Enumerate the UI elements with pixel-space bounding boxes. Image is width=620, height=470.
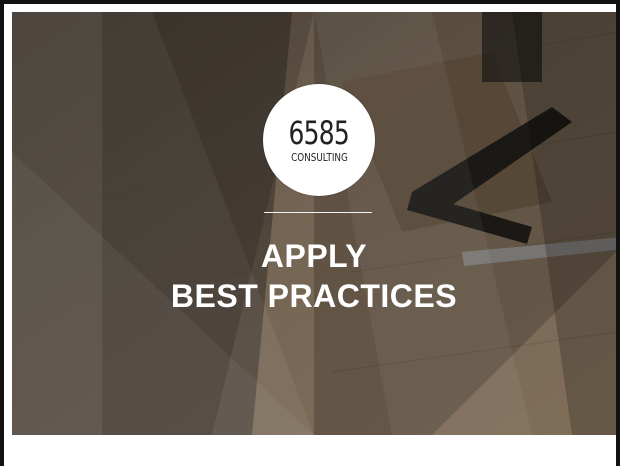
consulting-logo: 6585 CONSULTING [263,84,375,196]
title-divider [264,212,372,213]
headline-line-1: APPLY [260,238,368,274]
slide-frame: 6585 CONSULTING APPLY BEST PRACTICES [0,0,620,470]
bottom-blank-area [12,435,616,470]
hero-background: 6585 CONSULTING APPLY BEST PRACTICES [12,12,616,435]
logo-subtitle: CONSULTING [290,150,348,164]
logo-number: 6585 [288,113,350,152]
slide-headline: APPLY BEST PRACTICES [12,236,616,316]
desk-photo-illustration [12,12,616,435]
headline-line-2: BEST PRACTICES [170,278,458,314]
